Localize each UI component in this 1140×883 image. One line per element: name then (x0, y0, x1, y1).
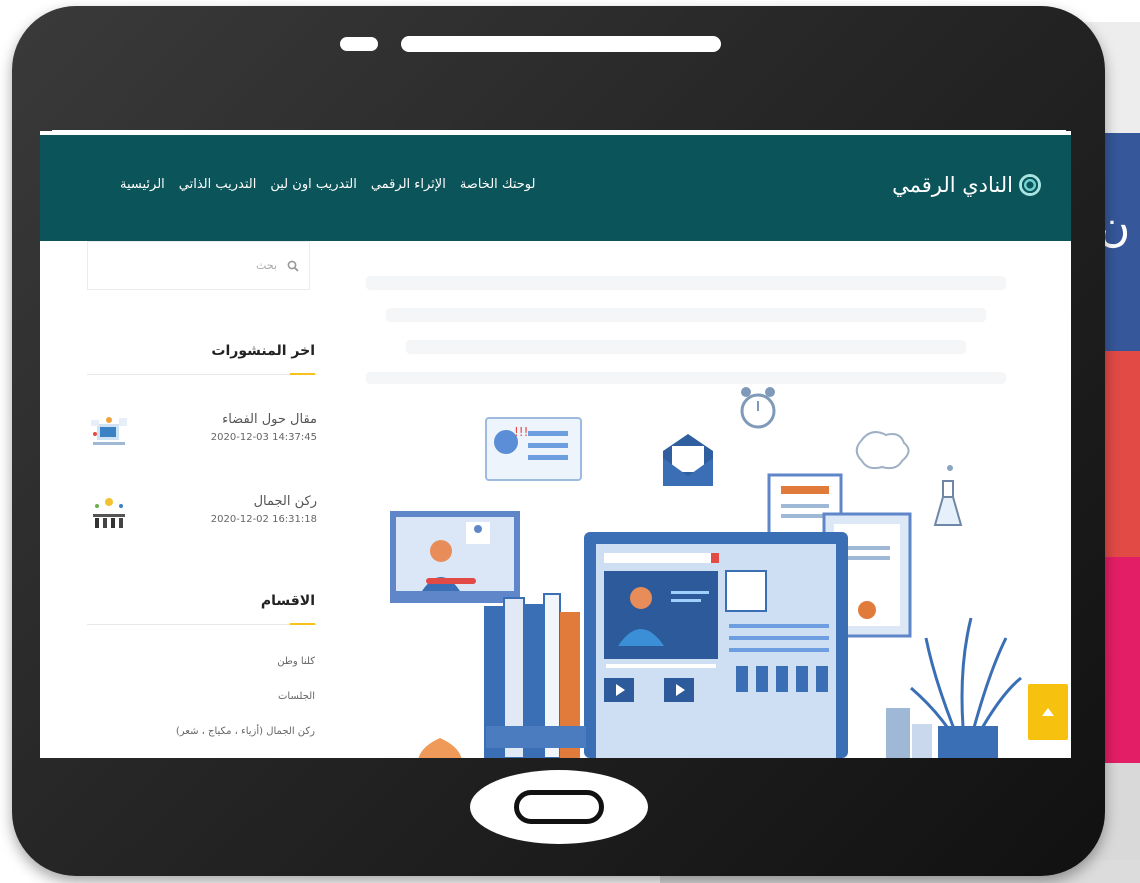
arrow-up-icon (1042, 708, 1054, 716)
svg-text:!!!: !!! (514, 425, 528, 439)
search-input[interactable] (135, 258, 279, 273)
site-logo[interactable]: النادي الرقمي (892, 173, 1041, 197)
category-item[interactable]: كلنا وطن (277, 656, 315, 667)
hero-illustration: !!! (326, 246, 1071, 758)
main-menu: الرئيسية التدريب الذاتي التدريب اون لين … (120, 177, 536, 192)
post-date: 2020-12-02 16:31:18 (210, 514, 317, 525)
home-button-icon (514, 790, 604, 824)
recent-posts-divider (87, 374, 317, 375)
categories-divider (87, 624, 317, 625)
post-item[interactable]: ركن الجمال 2020-12-02 16:31:18 (87, 494, 317, 538)
category-item[interactable]: ركن الجمال (أزياء ، مكياج ، شعر) (176, 726, 315, 737)
phone-screen: النادي الرقمي الرئيسية التدريب الذاتي ال… (40, 131, 1071, 758)
site-name: النادي الرقمي (892, 173, 1013, 197)
post-thumbnail (91, 417, 127, 445)
nav-item-home[interactable]: الرئيسية (120, 177, 165, 192)
post-date: 2020-12-03 14:37:45 (210, 432, 317, 443)
phone-speaker (401, 36, 721, 52)
scroll-to-top-button[interactable] (1028, 684, 1068, 740)
phone-camera (340, 37, 378, 51)
site-navbar: النادي الرقمي الرئيسية التدريب الذاتي ال… (40, 135, 1071, 241)
category-item[interactable]: الجلسات (278, 691, 315, 702)
chat-bubble-illustration: !!! (485, 417, 582, 481)
search-box (87, 241, 310, 290)
categories-accent (290, 623, 315, 625)
post-title[interactable]: مقال حول الفضاء (222, 412, 317, 427)
nav-item-self-training[interactable]: التدريب الذاتي (179, 177, 257, 192)
nav-item-digital-enrichment[interactable]: الإثراء الرقمي (371, 177, 446, 192)
nav-item-online-training[interactable]: التدريب اون لين (270, 177, 356, 192)
nav-item-dashboard[interactable]: لوحتك الخاصة (460, 177, 536, 192)
recent-posts-title: اخر المنشورات (211, 343, 315, 359)
post-thumbnail (93, 498, 125, 528)
post-title[interactable]: ركن الجمال (254, 494, 317, 509)
fingerprint-icon (1019, 174, 1041, 196)
recent-posts-accent (290, 373, 315, 375)
post-item[interactable]: مقال حول الفضاء 2020-12-03 14:37:45 (87, 412, 317, 456)
categories-title: الاقسام (260, 593, 315, 609)
search-icon (287, 260, 299, 272)
